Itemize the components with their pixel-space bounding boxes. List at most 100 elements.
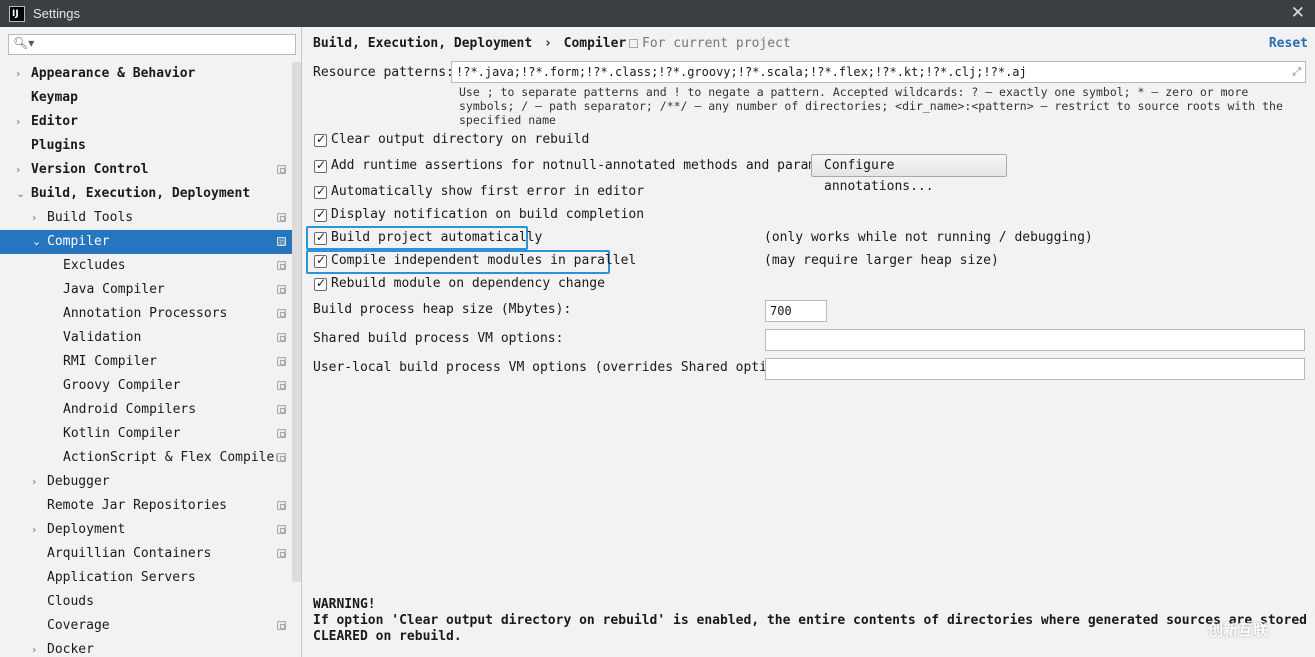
sidebar-item-label: Plugins: [31, 138, 86, 153]
sidebar-item-compiler[interactable]: ⌄ Compiler: [0, 230, 292, 254]
compile-parallel-checkbox[interactable]: [314, 253, 327, 268]
chevron-right-icon[interactable]: ›: [32, 470, 36, 494]
breadcrumb-separator: ›: [543, 36, 552, 51]
sidebar-item-application-servers[interactable]: Application Servers: [0, 566, 292, 590]
window-title: Settings: [33, 6, 80, 21]
sidebar-item-excludes[interactable]: Excludes: [0, 254, 292, 278]
resource-patterns-value: !?*.java;!?*.form;!?*.class;!?*.groovy;!…: [456, 65, 1027, 79]
watermark-logo: 创新互联: [1208, 621, 1269, 639]
sidebar-item-label: Arquillian Containers: [47, 546, 212, 561]
runtime-assertions-checkbox[interactable]: [314, 158, 327, 173]
sidebar-item-build-tools[interactable]: › Build Tools: [0, 206, 292, 230]
sidebar-item-editor[interactable]: › Editor: [0, 110, 292, 134]
breadcrumb-current: Compiler: [563, 36, 627, 51]
build-auto-label[interactable]: Build project automatically: [331, 230, 542, 245]
compile-parallel-note: (may require larger heap size): [764, 253, 999, 268]
clear-output-checkbox[interactable]: [314, 132, 327, 147]
shared-vm-input[interactable]: [765, 329, 1305, 351]
settings-sidebar: 🔍︎▾ › Appearance & Behavior Keymap › Editor P…: [0, 27, 302, 657]
sidebar-item-label: Coverage: [47, 618, 110, 633]
shared-vm-label: Shared build process VM options:: [313, 331, 564, 346]
breadcrumb-parent[interactable]: Build, Execution, Deployment: [313, 36, 532, 51]
chevron-right-icon[interactable]: ›: [32, 206, 36, 230]
chevron-down-icon[interactable]: ⌄: [32, 230, 41, 254]
resource-hint-1: Use ; to separate patterns and ! to nega…: [459, 85, 1249, 99]
chevron-right-icon[interactable]: ›: [16, 62, 20, 86]
sidebar-item-remote-jar-repositories[interactable]: Remote Jar Repositories: [0, 494, 292, 518]
project-scope-icon: [277, 261, 286, 270]
sidebar-item-label: Compiler: [47, 234, 110, 249]
sidebar-item-rmi-compiler[interactable]: RMI Compiler: [0, 350, 292, 374]
sidebar-item-version-control[interactable]: › Version Control: [0, 158, 292, 182]
resource-patterns-field[interactable]: !?*.java;!?*.form;!?*.class;!?*.groovy;!…: [451, 61, 1306, 83]
sidebar-item-arquillian-containers[interactable]: Arquillian Containers: [0, 542, 292, 566]
sidebar-item-kotlin-compiler[interactable]: Kotlin Compiler: [0, 422, 292, 446]
warning-title: WARNING!: [313, 597, 376, 612]
sidebar-item-java-compiler[interactable]: Java Compiler: [0, 278, 292, 302]
sidebar-item-appearance-behavior[interactable]: › Appearance & Behavior: [0, 62, 292, 86]
settings-tree: › Appearance & Behavior Keymap › Editor Plugi…: [0, 62, 292, 657]
configure-annotations-button[interactable]: Configure annotations...: [811, 154, 1007, 194]
sidebar-item-label: Annotation Processors: [63, 306, 228, 321]
expand-icon[interactable]: ⤢: [1292, 62, 1301, 82]
rebuild-module-checkbox[interactable]: [314, 276, 327, 291]
project-scope-icon: [277, 621, 286, 630]
display-notification-checkbox[interactable]: [314, 207, 327, 222]
search-icon: 🔍︎▾: [13, 36, 35, 50]
display-notification-label[interactable]: Display notification on build completion: [331, 207, 644, 222]
chevron-right-icon[interactable]: ›: [16, 110, 20, 134]
sidebar-item-label: Android Compilers: [63, 402, 197, 417]
sidebar-item-keymap[interactable]: Keymap: [0, 86, 292, 110]
sidebar-item-label: Build Tools: [47, 210, 134, 225]
project-scope-icon: [277, 453, 286, 462]
chevron-down-icon[interactable]: ⌄: [16, 182, 25, 206]
user-vm-input[interactable]: [765, 358, 1305, 380]
project-scope-icon: [277, 165, 286, 174]
sidebar-item-coverage[interactable]: Coverage: [0, 614, 292, 638]
build-auto-checkbox[interactable]: [314, 230, 327, 245]
project-scope-icon: [277, 429, 286, 438]
sidebar-item-label: RMI Compiler: [63, 354, 157, 369]
warning-line-2: CLEARED on rebuild.: [313, 629, 462, 644]
chevron-right-icon[interactable]: ›: [32, 518, 36, 542]
close-icon[interactable]: ✕: [1291, 3, 1305, 23]
chevron-right-icon[interactable]: ›: [16, 158, 20, 182]
sidebar-item-annotation-processors[interactable]: Annotation Processors: [0, 302, 292, 326]
project-scope-icon: [277, 405, 286, 414]
sidebar-item-label: Validation: [63, 330, 142, 345]
chevron-right-icon[interactable]: ›: [32, 638, 36, 657]
resource-patterns-label: Resource patterns:: [313, 65, 454, 80]
project-scope-icon: [277, 549, 286, 558]
clear-output-label[interactable]: Clear output directory on rebuild: [331, 132, 589, 147]
sidebar-item-clouds[interactable]: Clouds: [0, 590, 292, 614]
compile-parallel-label[interactable]: Compile independent modules in parallel: [331, 253, 636, 268]
sidebar-item-deployment[interactable]: › Deployment: [0, 518, 292, 542]
sidebar-scrollbar[interactable]: [292, 62, 301, 582]
project-scope-icon: [277, 237, 286, 246]
project-scope-icon: [277, 381, 286, 390]
sidebar-item-docker[interactable]: › Docker: [0, 638, 292, 657]
search-input[interactable]: 🔍︎▾: [8, 34, 296, 55]
project-scope-icon: [277, 333, 286, 342]
sidebar-item-label: Application Servers: [47, 570, 196, 585]
sidebar-item-validation[interactable]: Validation: [0, 326, 292, 350]
sidebar-item-label: Java Compiler: [63, 282, 165, 297]
sidebar-item-label: Appearance & Behavior: [31, 66, 196, 81]
show-first-error-label[interactable]: Automatically show first error in editor: [331, 184, 644, 199]
sidebar-item-label: Remote Jar Repositories: [47, 498, 228, 513]
resource-hint-3: specified name: [459, 113, 556, 127]
sidebar-item-plugins[interactable]: Plugins: [0, 134, 292, 158]
sidebar-item-android-compilers[interactable]: Android Compilers: [0, 398, 292, 422]
show-first-error-checkbox[interactable]: [314, 184, 327, 199]
sidebar-item-actionscript-flex-compiler[interactable]: ActionScript & Flex Compiler: [0, 446, 292, 470]
sidebar-item-label: Debugger: [47, 474, 110, 489]
reset-link[interactable]: Reset: [1269, 36, 1308, 51]
heap-size-input[interactable]: 700: [765, 300, 827, 322]
sidebar-item-groovy-compiler[interactable]: Groovy Compiler: [0, 374, 292, 398]
project-scope-text: For current project: [642, 36, 791, 51]
runtime-assertions-label[interactable]: Add runtime assertions for notnull-annot…: [331, 158, 855, 173]
rebuild-module-label[interactable]: Rebuild module on dependency change: [331, 276, 605, 291]
sidebar-item-debugger[interactable]: › Debugger: [0, 470, 292, 494]
sidebar-item-build-execution-deployment[interactable]: ⌄ Build, Execution, Deployment: [0, 182, 292, 206]
project-scope-icon: [277, 525, 286, 534]
